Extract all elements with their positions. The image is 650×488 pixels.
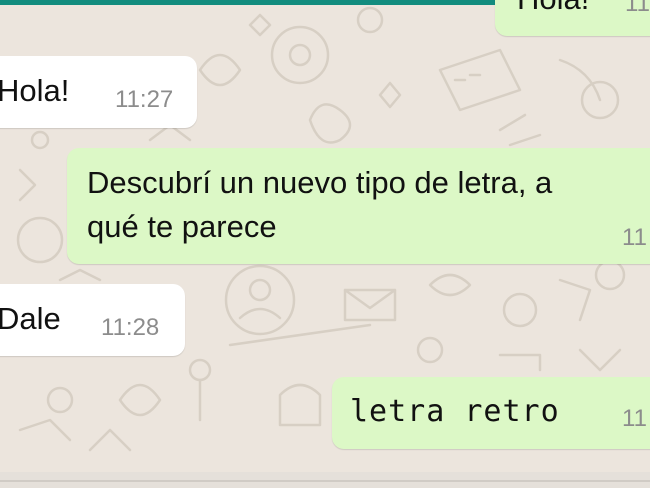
message-time: 11:27	[115, 86, 174, 113]
divider	[0, 480, 650, 482]
message-bubble-outgoing[interactable]: Hola! 11	[495, 0, 650, 36]
message-text: Hola!	[517, 0, 589, 18]
message-text: letra retro	[350, 394, 560, 429]
chat-area[interactable]: Hola! 11 Hola! 11:27 Descubrí un nuevo t…	[0, 0, 650, 472]
message-bubble-incoming[interactable]: Dale 11:28	[0, 284, 185, 356]
message-time: 11:28	[101, 314, 160, 341]
message-text: Hola!	[0, 73, 70, 108]
message-time: 11	[622, 405, 647, 432]
message-time: 11	[625, 0, 650, 17]
message-text: Dale	[0, 301, 61, 336]
message-bubble-outgoing[interactable]: letra retro 11	[332, 377, 650, 449]
message-time: 11	[622, 224, 647, 251]
message-text-line-1: Descubrí un nuevo tipo de letra, a	[87, 165, 553, 200]
message-text-line-2: qué te parece	[87, 209, 277, 244]
message-bubble-incoming[interactable]: Hola! 11:27	[0, 56, 197, 128]
message-bubble-outgoing[interactable]: Descubrí un nuevo tipo de letra, a qué t…	[67, 148, 650, 264]
